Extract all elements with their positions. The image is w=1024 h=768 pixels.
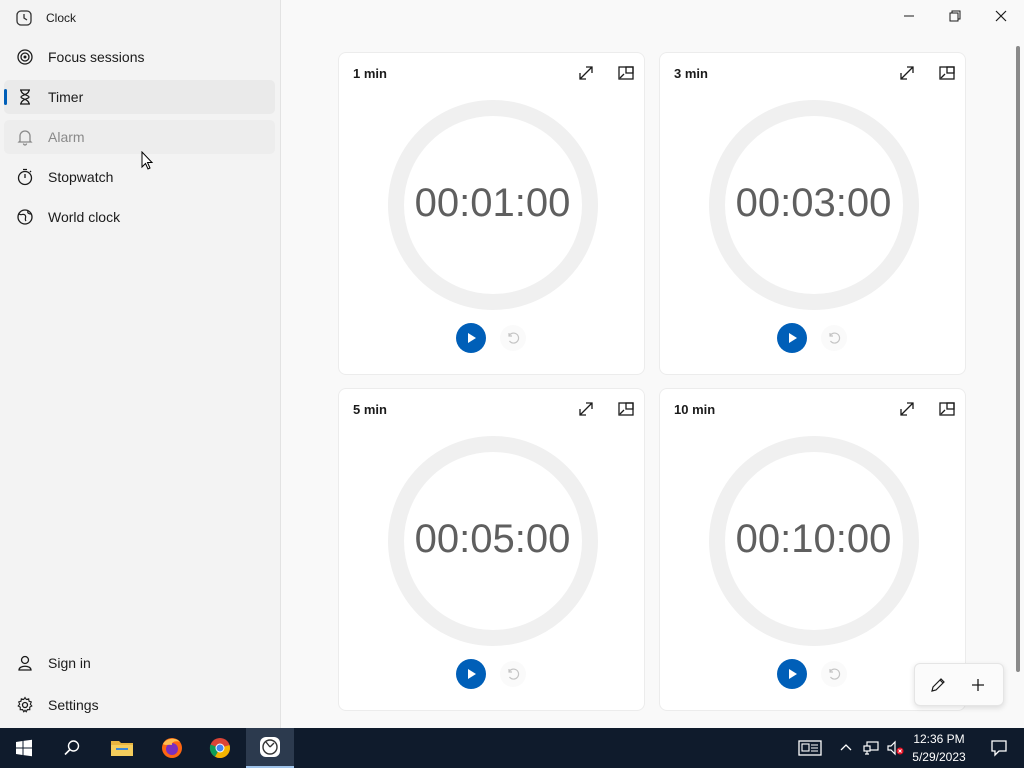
- minimize-button[interactable]: [886, 0, 932, 32]
- sidebar: Clock Focus sessions Timer Alarm Stopwat…: [0, 0, 281, 728]
- nav-label: Settings: [48, 697, 99, 713]
- chrome-button[interactable]: [196, 728, 244, 768]
- reset-icon: [508, 668, 520, 680]
- timer-time: 00:03:00: [735, 181, 892, 225]
- file-explorer-button[interactable]: [98, 728, 146, 768]
- nav-label: Sign in: [48, 655, 91, 671]
- timer-name: 10 min: [674, 402, 716, 417]
- start-icon: [16, 739, 32, 757]
- nav-item-world-clock[interactable]: World clock: [4, 200, 275, 234]
- show-hidden-icons-button[interactable]: [836, 728, 856, 768]
- restore-icon: [949, 10, 961, 22]
- hourglass-icon: [20, 89, 30, 105]
- play-button[interactable]: [777, 659, 807, 689]
- reset-icon: [829, 668, 841, 680]
- keep-on-top-icon[interactable]: [616, 63, 636, 83]
- gear-icon: [17, 696, 33, 713]
- chrome-icon: [209, 738, 230, 759]
- restore-button[interactable]: [932, 0, 978, 32]
- timer-card[interactable]: 5 min 00:05:00: [338, 388, 645, 711]
- bell-icon: [17, 130, 33, 146]
- nav-item-stopwatch[interactable]: Stopwatch: [4, 160, 275, 194]
- timer-actions-bar: [914, 663, 1004, 706]
- timer-name: 5 min: [353, 402, 387, 417]
- minimize-icon: [904, 15, 914, 17]
- start-button[interactable]: [0, 728, 48, 768]
- network-icon: [863, 741, 879, 755]
- clock-time: 12:36 PM: [913, 732, 965, 746]
- add-timer-button[interactable]: [967, 674, 989, 696]
- timer-time: 00:10:00: [735, 517, 892, 561]
- close-icon: [995, 10, 1007, 22]
- timer-card[interactable]: 3 min 00:03:00: [659, 52, 966, 375]
- nav-label: Focus sessions: [48, 49, 145, 65]
- reset-icon: [508, 332, 520, 344]
- plus-icon: [972, 679, 984, 691]
- taskbar: 12:36 PM 5/29/2023: [0, 728, 1024, 768]
- scrollbar[interactable]: [1016, 46, 1020, 672]
- firefox-icon: [162, 738, 182, 758]
- timer-time: 00:05:00: [414, 517, 571, 561]
- clock-app-icon: [260, 737, 280, 757]
- keep-on-top-icon[interactable]: [616, 399, 636, 419]
- network-button[interactable]: [860, 728, 882, 768]
- reset-button[interactable]: [821, 325, 847, 351]
- keep-on-top-icon[interactable]: [937, 63, 957, 83]
- nav-item-settings[interactable]: Settings: [4, 688, 275, 722]
- nav-label: Timer: [48, 89, 84, 105]
- play-icon: [468, 333, 476, 343]
- play-icon: [468, 669, 476, 679]
- play-icon: [789, 333, 797, 343]
- nav-label: Stopwatch: [48, 169, 114, 185]
- focus-icon: [17, 49, 33, 65]
- file-explorer-icon: [111, 741, 133, 756]
- close-button[interactable]: [978, 0, 1024, 32]
- nav-item-sign-in[interactable]: Sign in: [4, 646, 275, 680]
- chevron-up-icon: [840, 744, 852, 751]
- clock-date: 5/29/2023: [912, 750, 966, 764]
- play-button[interactable]: [456, 323, 486, 353]
- play-button[interactable]: [456, 659, 486, 689]
- edit-button[interactable]: [927, 674, 949, 696]
- clock-app-button[interactable]: [246, 728, 294, 768]
- expand-icon[interactable]: [576, 399, 596, 419]
- news-icon: [798, 740, 822, 756]
- play-icon: [789, 669, 797, 679]
- title-bar: Clock: [0, 0, 281, 36]
- timer-name: 3 min: [674, 66, 708, 81]
- reset-button[interactable]: [500, 661, 526, 687]
- firefox-button[interactable]: [148, 728, 196, 768]
- mouse-cursor: [141, 151, 154, 170]
- pencil-icon: [931, 678, 945, 692]
- stopwatch-icon: [17, 168, 33, 186]
- play-button[interactable]: [777, 323, 807, 353]
- keep-on-top-icon[interactable]: [937, 399, 957, 419]
- app-title: Clock: [46, 11, 77, 25]
- clock-app-icon: [16, 10, 32, 26]
- timer-name: 1 min: [353, 66, 387, 81]
- expand-icon[interactable]: [897, 399, 917, 419]
- globe-icon: [17, 209, 33, 225]
- reset-icon: [829, 332, 841, 344]
- timer-time: 00:01:00: [414, 181, 571, 225]
- nav-item-focus-sessions[interactable]: Focus sessions: [4, 40, 275, 74]
- person-icon: [18, 655, 32, 671]
- expand-icon[interactable]: [576, 63, 596, 83]
- reset-button[interactable]: [500, 325, 526, 351]
- notifications-button[interactable]: [976, 728, 1022, 768]
- expand-icon[interactable]: [897, 63, 917, 83]
- nav-item-timer[interactable]: Timer: [4, 80, 275, 114]
- news-widget-button[interactable]: [787, 728, 833, 768]
- nav-label: Alarm: [48, 129, 85, 145]
- timer-card[interactable]: 1 min 00:01:00: [338, 52, 645, 375]
- reset-button[interactable]: [821, 661, 847, 687]
- nav-item-alarm[interactable]: Alarm: [4, 120, 275, 154]
- nav-label: World clock: [48, 209, 121, 225]
- search-icon: [64, 740, 80, 756]
- notification-icon: [991, 740, 1007, 757]
- taskbar-clock[interactable]: 12:36 PM 5/29/2023: [899, 728, 979, 768]
- search-button[interactable]: [48, 728, 96, 768]
